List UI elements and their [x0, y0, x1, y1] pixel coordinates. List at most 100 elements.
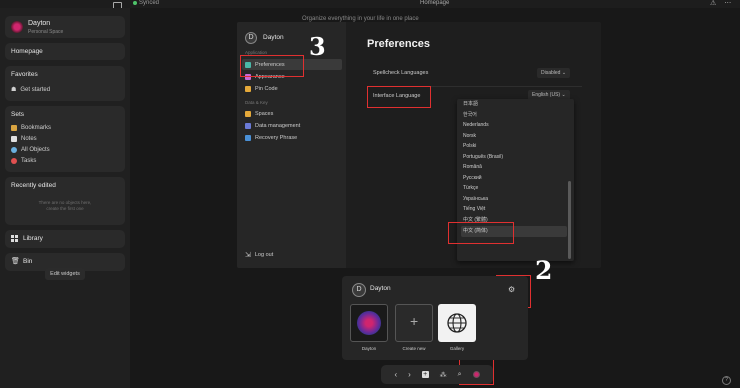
workspace-subtitle: Personal Space: [28, 29, 64, 35]
sets-title: Sets: [11, 111, 25, 118]
sync-dot-icon: [133, 1, 137, 5]
bin-label: Bin: [23, 258, 33, 265]
pin-code-icon: [245, 85, 251, 92]
task-icon: [11, 157, 17, 164]
help-button[interactable]: ?: [722, 376, 731, 385]
annotation-box-3: [240, 55, 304, 77]
space-switcher: D Dayton ⚙ Dayton + Create new Gallery: [342, 276, 528, 360]
spellcheck-select[interactable]: Disabled ⌄: [537, 68, 571, 78]
logout-icon: ⇲: [245, 251, 251, 259]
library-card[interactable]: Library: [5, 230, 125, 248]
more-icon[interactable]: ⋯: [724, 0, 731, 7]
logout-label: Log out: [254, 251, 274, 258]
set-item-notes[interactable]: Notes: [11, 133, 37, 144]
space-tile-label: Dayton: [361, 346, 377, 351]
set-item-label: Bookmarks: [21, 124, 52, 131]
favorite-item-label: Get started: [20, 86, 51, 93]
forward-arrow-icon[interactable]: ›: [408, 370, 411, 379]
space-tile-label: Create new: [402, 346, 426, 351]
language-option[interactable]: 한국어: [461, 110, 567, 121]
create-new-space-tile[interactable]: +: [395, 304, 433, 342]
set-item-label: Tasks: [21, 157, 37, 164]
language-option[interactable]: Norsk: [461, 131, 567, 142]
annotation-box-language: [367, 86, 431, 108]
language-option[interactable]: 日本語: [461, 99, 567, 110]
back-arrow-icon[interactable]: ‹: [394, 370, 397, 379]
workspace-avatar: [11, 21, 23, 33]
favorites-widget: Favorites ☗ Get started: [5, 66, 125, 101]
share-icon[interactable]: ⚠: [710, 0, 716, 7]
nav-label: Spaces: [255, 110, 274, 117]
set-item-label: All Objects: [21, 146, 50, 153]
data-management-icon: [245, 122, 251, 129]
sync-label: Synced: [139, 0, 160, 6]
set-item-label: Notes: [21, 135, 37, 142]
logout-button[interactable]: ⇲ Log out: [242, 249, 342, 260]
nav-label: Pin Code: [255, 85, 278, 92]
space-switch-icon[interactable]: [472, 371, 480, 378]
sidebar: Dayton Personal Space Homepage Favorites…: [0, 8, 130, 388]
library-icon: [11, 235, 18, 242]
language-option[interactable]: Nederlands: [461, 120, 567, 131]
plus-icon: +: [410, 313, 419, 329]
spellcheck-label: Spellcheck Languages: [373, 70, 429, 76]
settings-user-name: Dayton: [263, 34, 284, 41]
space-tile-dayton[interactable]: [350, 304, 388, 342]
spaces-icon: [245, 110, 251, 117]
dropdown-scrollbar[interactable]: [568, 181, 571, 259]
favorites-title: Favorites: [11, 71, 38, 78]
app-window: Synced Homepage ⚠ ⋯ Dayton Personal Spac…: [0, 0, 740, 388]
annotation-number-2: 2: [535, 256, 553, 285]
recent-empty-hint-2: create the first one: [46, 206, 84, 211]
favorite-item-get-started[interactable]: ☗ Get started: [11, 84, 50, 95]
top-actions: ⚠ ⋯: [710, 0, 731, 7]
set-item-tasks[interactable]: Tasks: [11, 155, 36, 166]
set-item-bookmarks[interactable]: Bookmarks: [11, 122, 51, 133]
bookmark-icon: [11, 124, 17, 131]
space-tile-label: Gallery: [449, 346, 465, 351]
gallery-tile[interactable]: [438, 304, 476, 342]
recovery-phrase-icon: [245, 134, 251, 141]
language-option[interactable]: Română: [461, 162, 567, 173]
bottom-toolbar: ‹ › + ⁂ ⌕: [381, 365, 493, 384]
language-option[interactable]: Türkçe: [461, 183, 567, 194]
nav-recovery-phrase[interactable]: Recovery Phrase: [242, 132, 342, 143]
set-item-all-objects[interactable]: All Objects: [11, 144, 50, 155]
annotation-number-3: 3: [309, 32, 326, 61]
chevron-down-icon: ⌄: [561, 70, 567, 76]
interface-language-value: English (US): [532, 92, 561, 98]
annotation-box-chinese: [448, 222, 514, 244]
recently-edited-widget: Recently edited There are no objects her…: [5, 177, 125, 225]
sync-status: Synced: [133, 0, 159, 6]
language-option[interactable]: Português (Brasil): [461, 152, 567, 163]
preferences-title: Preferences: [367, 38, 430, 50]
edit-widgets-button[interactable]: Edit widgets: [45, 268, 85, 280]
homepage-card[interactable]: Homepage: [5, 43, 125, 60]
nav-spaces[interactable]: Spaces: [242, 108, 342, 119]
library-label: Library: [23, 235, 43, 242]
language-option[interactable]: Tiếng Việt: [461, 204, 567, 215]
workspace-card[interactable]: Dayton Personal Space: [5, 16, 125, 38]
page-title: Homepage: [420, 0, 450, 6]
language-option[interactable]: Русский: [461, 173, 567, 184]
spellcheck-value: Disabled: [541, 70, 561, 76]
nav-data-management[interactable]: Data management: [242, 120, 342, 131]
settings-gear-icon[interactable]: ⚙: [508, 285, 515, 294]
star-icon: ☗: [11, 87, 17, 93]
nav-label: Data management: [255, 122, 301, 129]
chevron-down-icon: ⌄: [561, 92, 566, 98]
sets-widget: Sets Bookmarks Notes All Objects Tasks: [5, 106, 125, 172]
language-option[interactable]: Українська: [461, 194, 567, 205]
nav-pin-code[interactable]: Pin Code: [242, 83, 342, 94]
add-icon[interactable]: +: [421, 371, 429, 378]
top-bar: [0, 0, 740, 8]
globe-icon: [447, 313, 467, 333]
objects-icon: [11, 146, 17, 153]
graph-icon[interactable]: ⁂: [440, 371, 447, 379]
recent-title: Recently edited: [11, 182, 56, 189]
search-icon[interactable]: ⌕: [458, 371, 462, 379]
nav-section-data: Data & Key: [245, 100, 268, 105]
bin-icon: 🗑: [11, 258, 20, 265]
switcher-user-name: Dayton: [370, 285, 391, 292]
language-option[interactable]: Polski: [461, 141, 567, 152]
